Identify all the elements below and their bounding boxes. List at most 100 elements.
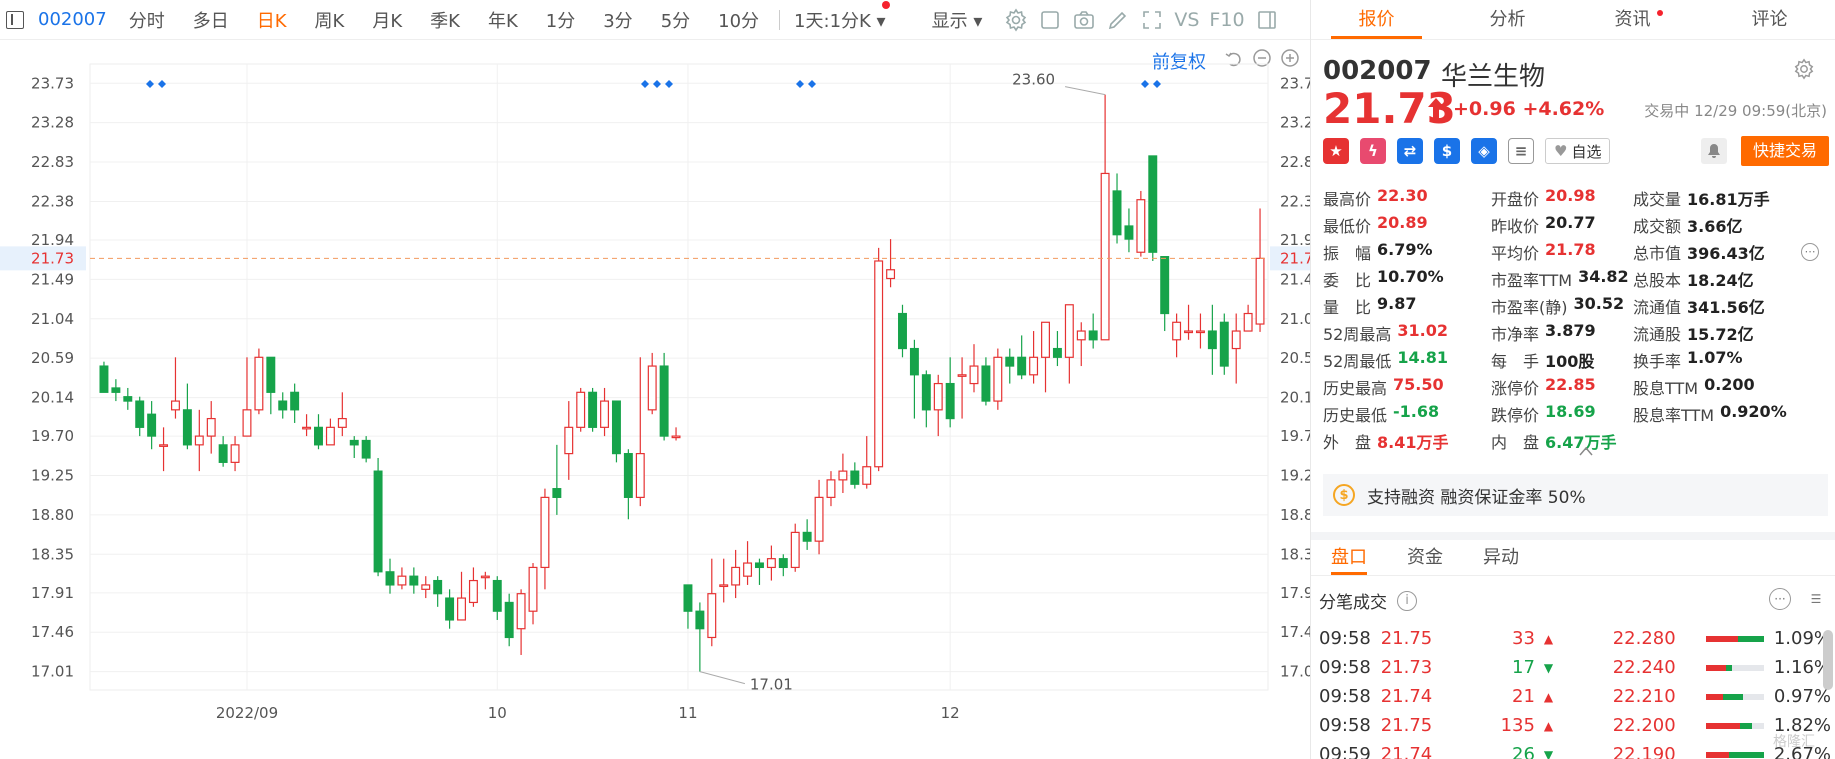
candle-body [826,479,836,498]
stat-value: 0.200 [1704,374,1755,394]
period-tab[interactable]: 5分 [647,7,704,33]
info-icon[interactable]: i [1397,590,1417,611]
quote-tabs: 报价 分析 资讯 评论 [1311,0,1835,40]
more-icon[interactable]: ⋯ [1801,242,1819,261]
stock-code-link[interactable]: 002007 [38,9,107,30]
event-marker-icon [158,80,166,88]
y-tick-label: 21.04 [31,310,74,328]
chevron-up-icon[interactable] [1579,446,1593,456]
stat-cell: 52周最高 31.02 [1323,321,1491,345]
stat-value: 22.30 [1377,185,1428,205]
stat-value: 9.87 [1377,293,1417,313]
green-fill [1740,722,1752,729]
candle-body [1184,330,1194,334]
ticks-scrollbar[interactable] [1823,630,1833,690]
heart-icon: ♥ [1554,142,1568,160]
quick-trade-button[interactable]: 快捷交易 [1741,136,1829,166]
candle-body [421,584,431,590]
bottom-tab[interactable]: 异动 [1483,540,1519,575]
sidebar-toggle-icon[interactable] [6,10,24,29]
y-tick-label: 22.38 [31,192,74,210]
quote-tab[interactable]: 分析 [1442,0,1573,39]
y-tick-label-right: 22.83 [1280,153,1310,171]
stat-cell: 最高价 22.30 [1323,186,1491,210]
camera-icon[interactable] [1072,8,1096,32]
vs-button[interactable]: VS [1174,9,1199,31]
min-price-label: 17.01 [750,676,793,694]
stats-row: 委 比 10.70% 市盈率TTM 34.82 总股本 18.24亿 [1323,265,1828,292]
tick-amount: 22.240 [1612,657,1676,678]
tick-pct: 1.16% [1773,657,1832,678]
period-tab[interactable]: 多日 [179,7,243,33]
period-tab[interactable]: 季K [416,7,474,33]
new-dot [881,0,890,9]
candle-body [969,365,979,385]
y-tick-label: 21.49 [31,270,74,288]
china-flag-icon[interactable]: ★ [1323,138,1349,164]
bottom-tab[interactable]: 资金 [1407,540,1443,575]
stock-name: 华兰生物 [1441,62,1546,92]
kline-chart[interactable]: 17.01 17.01 17.46 17.46 17.91 17.91 18.35 18.35… [0,40,1310,759]
display-dropdown[interactable]: 显示 ▾ [924,7,991,33]
tag-icon[interactable]: ◈ [1471,138,1497,164]
period-tab[interactable]: 周K [301,7,359,33]
period-tab[interactable]: 日K [243,7,301,33]
gear-icon[interactable] [1004,8,1028,32]
list-icon[interactable]: ☰ [1805,588,1827,610]
stat-label: 开盘价 [1491,189,1540,209]
stat-cell: 换手率 1.07% [1633,348,1801,372]
candle-body [635,453,645,498]
candle-body [1195,330,1205,334]
tick-ratio-bar [1705,722,1764,729]
candle-body [1088,330,1098,341]
period-tab[interactable]: 10分 [704,7,773,33]
stat-value: 75.50 [1393,374,1444,394]
stat-cell: 每 手 100股 [1491,348,1633,372]
tick-volume: 135 [1500,715,1535,736]
quote-stats: 最高价 22.30 开盘价 20.98 成交量 16.81万手 最低价 20.89 昨收价 20.… [1323,184,1828,454]
panel-icon[interactable] [1255,8,1279,32]
up-arrow-icon [1428,98,1444,120]
stat-label: 历史最高 [1323,378,1388,398]
stat-label: 换手率 [1633,351,1682,371]
bell-icon[interactable] [1701,138,1727,164]
stat-cell: 流通值 341.56亿 [1633,294,1801,318]
last-price-label-right: 21.73 [1280,249,1310,267]
quote-tab[interactable]: 报价 [1311,0,1442,39]
up-triangle-icon: ▲ [1543,631,1554,646]
stat-label: 昨收价 [1491,216,1540,236]
watchlist-button[interactable]: ♥ 自选 [1545,138,1611,164]
stats-row: 历史最高 75.50 涨停价 22.85 股息TTM 0.200 [1323,373,1828,400]
shuffle-icon[interactable]: ⇄ [1397,138,1423,164]
bottom-tab[interactable]: 盘口 [1331,540,1367,575]
period-tab[interactable]: 月K [358,7,416,33]
period-tabs: 分时 多日 日K 周K 月K 季K 年K 1分 3分 5分 10分 [115,7,773,33]
lightning-icon[interactable]: ϟ [1360,138,1386,164]
price-change: +0.96 +4.62% [1453,98,1604,120]
quote-tab[interactable]: 评论 [1704,0,1835,39]
candle-body [909,347,919,376]
fullscreen-icon[interactable] [1140,8,1164,32]
max-leader [1065,86,1106,96]
tick-ratio-bar [1705,635,1764,642]
period-tab[interactable]: 年K [474,7,532,33]
more-icon[interactable]: ··· [1769,588,1791,610]
margin-banner[interactable]: $ 支持融资 融资保证金率 50% [1323,474,1828,516]
square-select-icon[interactable] [1038,8,1062,32]
tick-time: 09:58 [1319,686,1371,707]
candle-body [1017,356,1027,376]
candle-body [993,356,1003,402]
stat-label: 振 幅 [1323,243,1372,263]
f10-button[interactable]: F10 [1209,9,1244,31]
dollar-icon[interactable]: $ [1434,138,1460,164]
period-tab[interactable]: 3分 [589,7,646,33]
settings-gear-icon[interactable] [1793,58,1815,80]
note-icon[interactable]: ≡ [1508,138,1534,164]
pencil-icon[interactable] [1106,8,1130,32]
quote-tab[interactable]: 资讯 [1573,0,1704,39]
green-fill [1728,751,1764,758]
period-tab[interactable]: 分时 [115,7,179,33]
period-dropdown[interactable]: 1天:1分K ▾ [786,0,894,33]
period-tab[interactable]: 1分 [532,7,589,33]
stat-cell: 振 幅 6.79% [1323,240,1491,264]
